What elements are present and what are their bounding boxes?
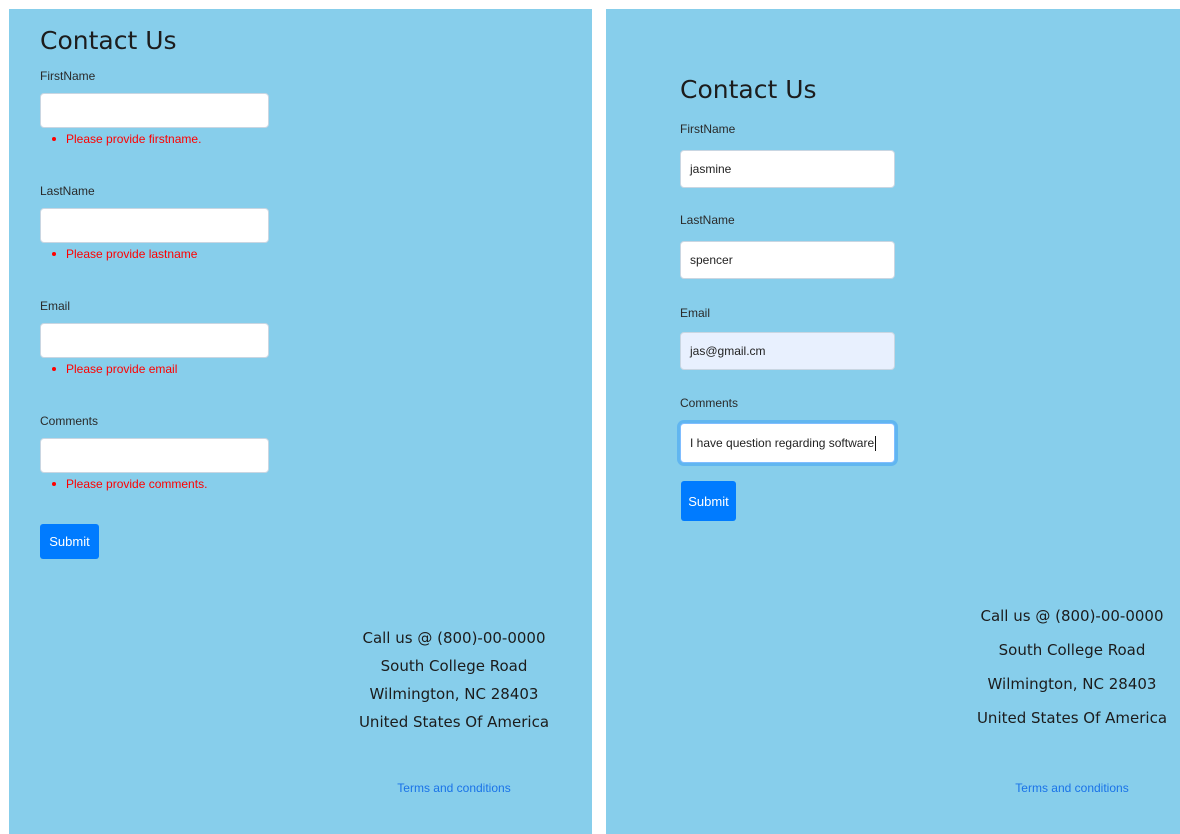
contact-form-panel-left: Contact Us FirstName Please provide firs…	[9, 9, 592, 834]
firstname-label: FirstName	[680, 122, 736, 136]
comments-error-text: Please provide comments.	[66, 477, 208, 491]
footer-phone: Call us @ (800)-00-0000	[980, 607, 1164, 625]
contact-form-panel-right: Contact Us FirstName jasmine LastName sp…	[606, 9, 1180, 834]
lastname-label: LastName	[680, 213, 735, 227]
footer-phone: Call us @ (800)-00-0000	[362, 629, 546, 647]
lastname-input[interactable]: spencer	[680, 241, 895, 279]
firstname-error: Please provide firstname.	[52, 132, 201, 146]
footer-city: Wilmington, NC 28403	[369, 685, 539, 703]
email-error: Please provide email	[52, 362, 177, 376]
submit-button[interactable]: Submit	[40, 524, 99, 559]
firstname-input[interactable]	[40, 93, 269, 128]
contact-footer: Call us @ (800)-00-0000 South College Ro…	[966, 599, 1178, 735]
lastname-input[interactable]	[40, 208, 269, 243]
firstname-input[interactable]: jasmine	[680, 150, 895, 188]
email-error-text: Please provide email	[66, 362, 178, 376]
email-label: Email	[680, 306, 711, 320]
page-title: Contact Us	[40, 26, 177, 55]
comments-input[interactable]	[40, 438, 269, 473]
comments-error: Please provide comments.	[52, 477, 207, 491]
footer-street: South College Road	[380, 657, 528, 675]
lastname-error: Please provide lastname	[52, 247, 197, 261]
footer-country: United States Of America	[358, 713, 550, 731]
footer-city: Wilmington, NC 28403	[987, 675, 1157, 693]
terms-link[interactable]: Terms and conditions	[344, 781, 564, 795]
comments-input[interactable]: I have question regarding software	[680, 423, 895, 463]
contact-footer: Call us @ (800)-00-0000 South College Ro…	[344, 624, 564, 736]
email-label: Email	[40, 299, 71, 313]
firstname-label: FirstName	[40, 69, 96, 83]
error-bullet-icon	[52, 137, 56, 141]
error-bullet-icon	[52, 367, 56, 371]
submit-button[interactable]: Submit	[681, 481, 736, 521]
footer-country: United States Of America	[976, 709, 1168, 727]
footer-street: South College Road	[998, 641, 1146, 659]
comments-label: Comments	[680, 396, 739, 410]
terms-link[interactable]: Terms and conditions	[966, 781, 1178, 795]
error-bullet-icon	[52, 482, 56, 486]
email-input[interactable]: jas@gmail.cm	[680, 332, 895, 370]
lastname-error-text: Please provide lastname	[66, 247, 198, 261]
comments-label: Comments	[40, 414, 99, 428]
page-title: Contact Us	[680, 75, 817, 104]
error-bullet-icon	[52, 252, 56, 256]
text-caret	[875, 435, 877, 451]
firstname-error-text: Please provide firstname.	[66, 132, 202, 146]
comments-input-text: I have question regarding software	[690, 436, 875, 450]
lastname-label: LastName	[40, 184, 95, 198]
email-input[interactable]	[40, 323, 269, 358]
